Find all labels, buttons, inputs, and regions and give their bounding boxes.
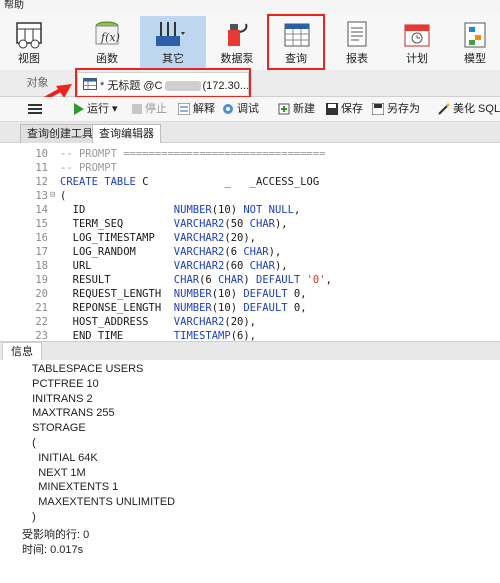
highlight-box xyxy=(75,68,251,98)
ribbon-schedule-button[interactable]: 计划 xyxy=(390,16,444,68)
line-number: 16 xyxy=(35,232,48,244)
info-line: 受影响的行: 0 xyxy=(22,528,90,541)
code-line: REQUEST_LENGTH NUMBER(10) DEFAULT 0, xyxy=(60,288,307,300)
ribbon-view-button[interactable]: 视图 xyxy=(2,16,56,68)
ribbon-query-button[interactable]: 查询 xyxy=(267,14,325,70)
new-icon xyxy=(278,103,290,115)
line-number: 10 xyxy=(35,148,48,160)
menu-help[interactable]: 帮助 xyxy=(4,0,24,12)
code-line: REPONSE_LENGTH NUMBER(10) DEFAULT 0, xyxy=(60,302,307,314)
ribbon-function-button[interactable]: f(x) 函数 xyxy=(80,16,134,68)
line-number: 23 xyxy=(35,330,48,341)
line-number: 13 xyxy=(35,190,48,202)
code-line: TERM_SEQ VARCHAR2(50 CHAR), xyxy=(60,218,288,230)
line-number: 11 xyxy=(35,162,48,174)
beautify-icon xyxy=(438,103,450,115)
run-button[interactable]: 运行 ▾ xyxy=(74,101,118,117)
ribbon-function-label: 函数 xyxy=(96,53,118,65)
function-icon: f(x) xyxy=(95,21,120,45)
ribbon-view-label: 视图 xyxy=(18,53,40,65)
code-line: LOG_TIMESTAMP VARCHAR2(20), xyxy=(60,232,256,244)
info-line: INITIAL 64K xyxy=(26,451,98,464)
ribbon-model-button[interactable]: 模型 xyxy=(448,16,500,68)
line-number: 21 xyxy=(35,302,48,314)
stop-icon xyxy=(132,104,142,115)
ribbon-datapump-button[interactable]: 数据泵 xyxy=(210,16,264,68)
info-line: MAXTRANS 255 xyxy=(26,407,115,420)
debug-icon xyxy=(223,104,233,115)
info-line: ( xyxy=(26,437,36,449)
ribbon-other-label: 其它 xyxy=(162,53,184,65)
save-icon xyxy=(326,103,338,116)
editor-mode-tabs: 查询创建工具 查询编辑器 xyxy=(0,122,500,143)
ribbon-model-label: 模型 xyxy=(464,53,486,65)
info-line: INITRANS 2 xyxy=(26,392,93,405)
info-line: 时间: 0.017s xyxy=(22,543,84,556)
tab-query-builder[interactable]: 查询创建工具 xyxy=(20,124,100,143)
info-line: MAXEXTENTS UNLIMITED xyxy=(26,496,176,509)
code-line: ( xyxy=(60,190,67,202)
query-toolbar: 运行 ▾ 停止 解释 调试 新建 保存 另存为 美化 SQL xyxy=(0,97,500,122)
sql-editor[interactable]: 10 -- PROMPT ============================… xyxy=(0,143,500,341)
ribbon-datapump-label: 数据泵 xyxy=(220,53,254,65)
svg-text:f(x): f(x) xyxy=(100,31,120,44)
tools-icon xyxy=(156,22,185,46)
line-number: 14 xyxy=(35,204,48,216)
info-panel: TABLESPACE USERS PCTFREE 10 INITRANS 2 M… xyxy=(0,360,500,583)
code-line: -- PROMPT ==============================… xyxy=(60,148,326,160)
code-line: -- PROMPT xyxy=(60,162,117,174)
save-button[interactable]: 保存 xyxy=(326,101,363,117)
code-line: LOG_RANDOM VARCHAR2(6 CHAR), xyxy=(60,246,282,258)
info-line: STORAGE xyxy=(26,422,86,435)
code-line: RESULT CHAR(6 CHAR) DEFAULT '0', xyxy=(60,274,332,286)
stop-button[interactable]: 停止 xyxy=(132,101,167,117)
info-line: MINEXTENTS 1 xyxy=(26,481,119,494)
ribbon-query-label: 查询 xyxy=(285,53,307,65)
debug-button[interactable]: 调试 xyxy=(222,101,259,117)
code-line: CREATE TABLE C _ _ACCESS_LOG xyxy=(60,176,320,188)
info-line: TABLESPACE USERS xyxy=(26,363,144,375)
line-number: 12 xyxy=(35,176,48,188)
fold-toggle-icon[interactable]: ⊟ xyxy=(50,190,60,200)
ribbon-report-button[interactable]: 报表 xyxy=(330,16,384,68)
menu-toggle-icon[interactable] xyxy=(28,101,45,117)
explain-icon xyxy=(178,103,190,116)
save-as-icon xyxy=(372,103,384,116)
code-line: URL VARCHAR2(60 CHAR), xyxy=(60,260,288,272)
line-number: 19 xyxy=(35,274,48,286)
explain-button[interactable]: 解释 xyxy=(178,101,215,117)
tab-query-editor[interactable]: 查询编辑器 xyxy=(92,124,161,143)
model-icon xyxy=(464,22,486,48)
line-number: 17 xyxy=(35,246,48,258)
result-tabs: 信息 xyxy=(0,341,500,361)
line-number: 20 xyxy=(35,288,48,300)
play-icon xyxy=(74,103,84,116)
code-line: END_TIME TIMESTAMP(6), xyxy=(60,330,256,341)
code-line: HOST_ADDRESS VARCHAR2(20), xyxy=(60,316,256,328)
info-line: NEXT 1M xyxy=(26,466,86,479)
tab-info[interactable]: 信息 xyxy=(2,342,42,361)
new-button[interactable]: 新建 xyxy=(278,101,315,117)
ribbon-other-button[interactable]: 其它 xyxy=(140,16,206,68)
info-line: PCTFREE 10 xyxy=(26,377,99,390)
report-icon xyxy=(347,21,367,47)
view-icon xyxy=(16,22,42,49)
info-line: ) xyxy=(26,511,36,523)
code-line: ID NUMBER(10) NOT NULL, xyxy=(60,204,301,216)
datapump-icon xyxy=(228,23,248,46)
menu-bar: 帮助 xyxy=(0,0,500,14)
line-number: 15 xyxy=(35,218,48,230)
ribbon-report-label: 报表 xyxy=(346,53,368,65)
beautify-sql-button[interactable]: 美化 SQL xyxy=(438,101,500,117)
line-number: 22 xyxy=(35,316,48,328)
line-number: 18 xyxy=(35,260,48,272)
ribbon-toolbar: 视图 f(x) 函数 其它 数据泵 查询 报表 计划 模型 xyxy=(0,14,500,71)
schedule-icon xyxy=(404,24,430,47)
save-as-button[interactable]: 另存为 xyxy=(372,101,420,117)
ribbon-schedule-label: 计划 xyxy=(406,53,428,65)
query-icon xyxy=(284,23,310,47)
